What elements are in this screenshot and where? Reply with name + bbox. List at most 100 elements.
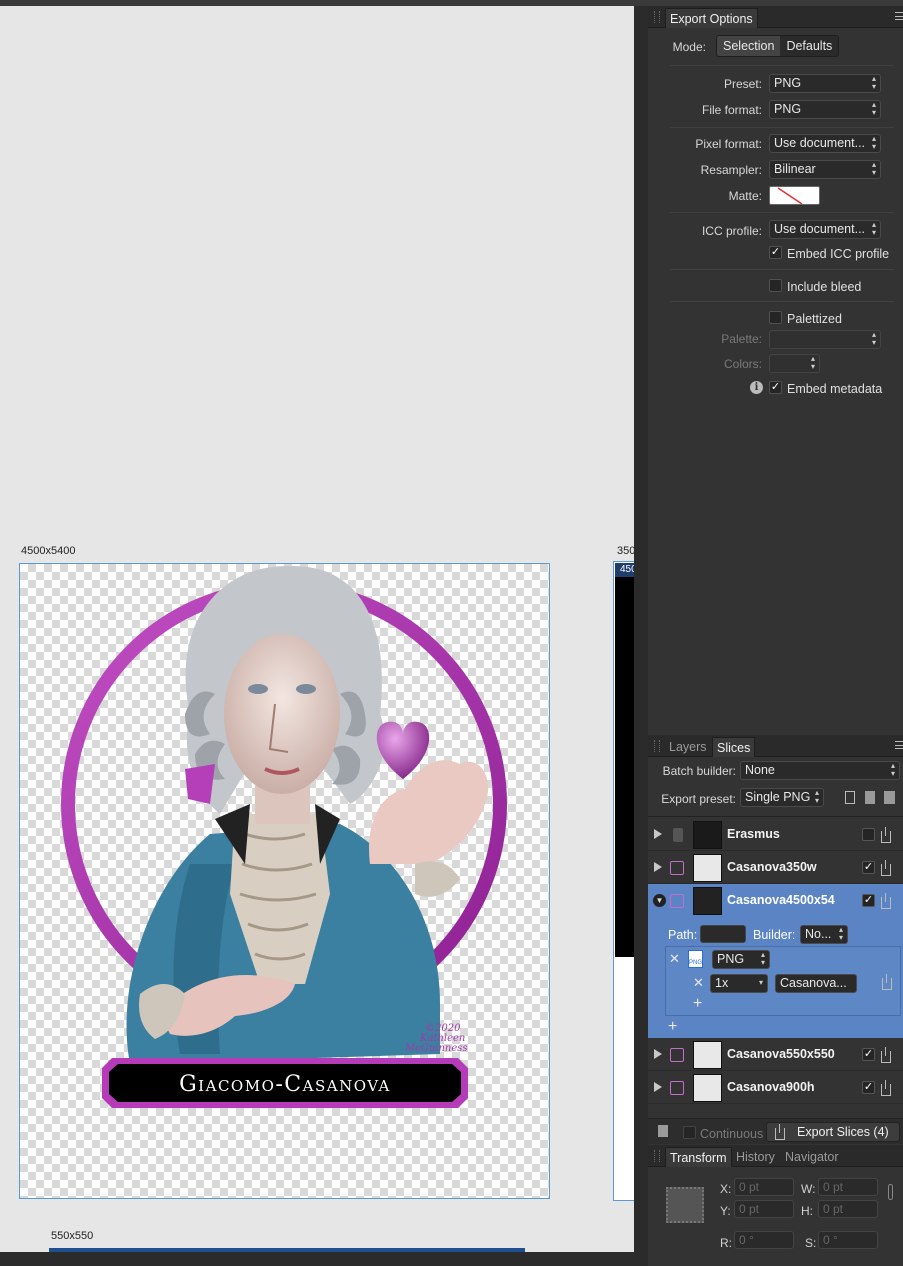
panel-grip[interactable] [654,11,660,23]
expand-triangle-icon[interactable] [654,862,662,872]
slice-export-checkbox[interactable] [862,828,875,841]
export-slices-button[interactable]: Export Slices (4) [766,1122,900,1142]
filename-field[interactable]: Casanova... [775,974,857,993]
artboard-label-550x550: 550x550 [51,1230,94,1242]
chevron-updown-icon: ▴ ▾ [814,788,819,805]
continuous-checkbox[interactable] [683,1126,696,1139]
chevron-updown-icon: ▴ ▾ [871,134,876,151]
export-share-icon[interactable] [881,1047,891,1063]
colors-label: Colors: [723,357,762,371]
chevron-updown-icon: ▴ ▾ [890,761,895,778]
slice-thumbnail [693,821,722,849]
tab-export-options[interactable]: Export Options [665,8,758,28]
y-input[interactable]: 0 pt [734,1200,794,1218]
info-icon[interactable]: i [750,381,763,394]
palette-label: Palette: [721,332,762,346]
batch-builder-select[interactable]: None ▴ ▾ [740,761,900,780]
purple-bow [185,764,215,804]
tab-slices[interactable]: Slices [712,737,756,757]
include-bleed-checkbox[interactable] [769,279,782,292]
pixel-format-label: Pixel format: [695,137,762,151]
slice-export-checkbox[interactable]: ✓ [862,894,875,907]
slices-footer: Continuous Export Slices (4) [648,1118,903,1144]
slice-export-checkbox[interactable]: ✓ [862,1048,875,1061]
scale-select[interactable]: 1x ▾ [710,974,768,993]
palettized-checkbox[interactable] [769,311,782,324]
divider [670,127,894,128]
path-input[interactable] [700,925,746,943]
slice-row-erasmus[interactable]: Erasmus [648,818,903,851]
tab-transform[interactable]: Transform [665,1147,732,1167]
colors-stepper[interactable]: ▴ ▾ [769,354,820,373]
matte-color-swatch[interactable] [769,186,820,205]
mode-segmented-control[interactable]: Selection Defaults [716,35,840,57]
panel-grip[interactable] [654,740,660,752]
icc-profile-select[interactable]: Use document... ▴ ▾ [769,220,881,239]
export-share-icon[interactable] [882,974,892,990]
format-select[interactable]: PNG ▴ ▾ [712,950,770,969]
palette-select[interactable]: ▴ ▾ [769,330,881,349]
w-input[interactable]: 0 pt [818,1178,878,1196]
slice-name: Casanova550x550 [727,1047,835,1061]
tab-history[interactable]: History [732,1147,779,1167]
slice-row-casanova4500x54-expanded[interactable]: ▼ Casanova4500x54 ✓ Path: Builder: No...… [648,884,903,1038]
file-format-select[interactable]: PNG ▴ ▾ [769,100,881,119]
s-label: S: [805,1236,817,1250]
expand-triangle-icon[interactable] [654,1082,662,1092]
preset-select[interactable]: PNG ▴ ▾ [769,74,881,93]
tab-layers[interactable]: Layers [665,737,711,757]
h-input[interactable]: 0 pt [818,1200,878,1218]
export-preset-select[interactable]: Single PNG ▴ ▾ [740,788,824,807]
expand-triangle-icon[interactable] [654,829,662,839]
rotation-input[interactable]: 0 ° [734,1231,794,1249]
slice-row-casanova900h[interactable]: Casanova900h ✓ [648,1071,903,1104]
builder-select[interactable]: No... ▴ ▾ [800,925,848,944]
divider [648,816,903,817]
pixel-format-select[interactable]: Use document... ▴ ▾ [769,134,881,153]
add-scale-icon[interactable]: + [693,995,702,1013]
paste-preset-icon[interactable] [865,791,875,804]
matte-label: Matte: [728,189,762,203]
panel-grip[interactable] [654,1150,660,1162]
link-icon[interactable] [888,1184,893,1200]
panel-menu-icon[interactable] [895,12,903,20]
tab-navigator[interactable]: Navigator [781,1147,843,1167]
add-format-icon[interactable]: + [668,1018,677,1036]
embed-icc-checkbox[interactable]: ✓ [769,246,782,259]
slice-thumbnail [693,887,722,915]
export-format-group: ✕ PNG PNG ▴ ▾ ✕ 1x ▾ Casanova... + [665,946,901,1016]
shear-input[interactable]: 0 ° [818,1231,878,1249]
resampler-select[interactable]: Bilinear ▴ ▾ [769,160,881,179]
mode-defaults-button[interactable]: Defaults [780,36,838,56]
panel-menu-icon[interactable] [895,741,903,749]
expand-triangle-icon[interactable] [654,1049,662,1059]
export-share-icon[interactable] [881,1080,891,1096]
slice-export-checkbox[interactable]: ✓ [862,1081,875,1094]
artboard-side[interactable]: 450 [613,561,634,1201]
copy-preset-icon[interactable] [845,791,855,804]
chevron-updown-icon: ▴ ▾ [871,100,876,117]
x-input[interactable]: 0 pt [734,1178,794,1196]
slice-row-casanova550x550[interactable]: Casanova550x550 ✓ [648,1038,903,1071]
export-share-icon[interactable] [881,893,891,909]
transform-tabbar: Transform History Navigator [648,1145,903,1167]
mode-selection-button[interactable]: Selection [717,36,781,56]
export-share-icon[interactable] [881,860,891,876]
document-icon [673,828,683,842]
chevron-updown-icon: ▴ ▾ [838,925,843,942]
remove-format-icon[interactable]: ✕ [669,951,680,967]
divider [670,65,894,66]
slice-row-casanova350w[interactable]: Casanova350w ✓ [648,851,903,884]
remove-scale-icon[interactable]: ✕ [693,975,704,991]
studio-panel: Export Options Mode: Selection Defaults … [648,6,903,1266]
export-share-icon[interactable] [881,827,891,843]
slice-export-checkbox[interactable]: ✓ [862,861,875,874]
chevron-updown-icon: ▴ ▾ [871,220,876,237]
document-canvas[interactable]: 4500x5400 ©2020 Kathleen McGuinness Giac… [0,6,634,1252]
add-preset-icon[interactable] [884,791,895,804]
collapse-triangle-icon[interactable]: ▼ [653,894,666,907]
embed-metadata-checkbox[interactable]: ✓ [769,381,782,394]
artboard-main[interactable]: ©2020 Kathleen McGuinness Giacomo-Casano… [19,563,550,1199]
anchor-point-selector[interactable] [666,1187,704,1223]
trash-icon[interactable] [658,1125,668,1137]
